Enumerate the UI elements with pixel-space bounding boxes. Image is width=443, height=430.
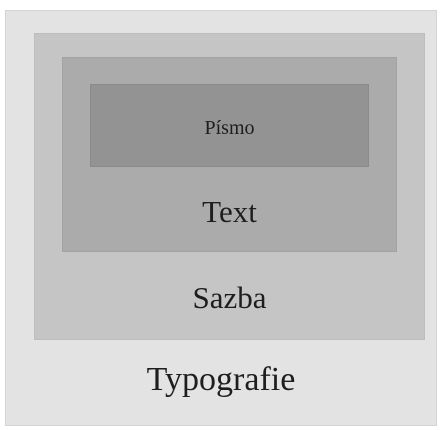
sazba-label: Sazba [192,280,267,315]
pismo-label: Písmo [204,117,255,139]
text-label: Text [202,194,257,229]
typografie-label: Typografie [146,361,296,398]
